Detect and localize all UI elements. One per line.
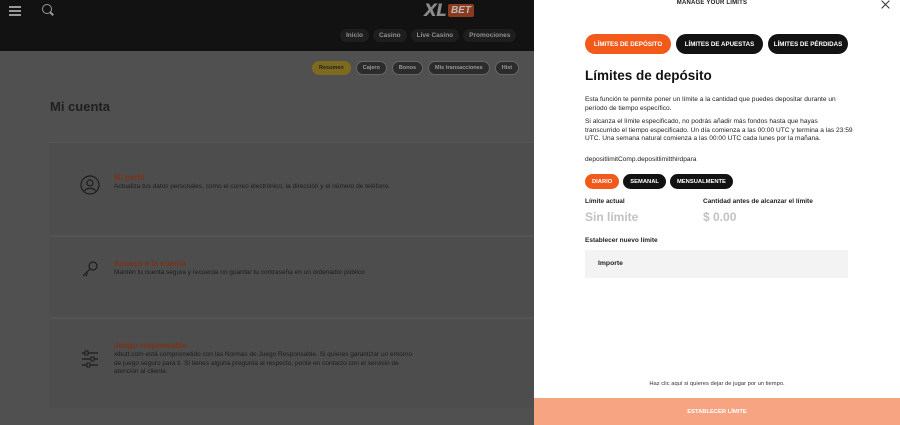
subnav-historial[interactable]: Hist: [494, 61, 520, 75]
period-selector: DIARIO SEMANAL MENSUALMENTE: [585, 174, 733, 189]
tab-loss-limits[interactable]: LÍMITES DE PÉRDIDAS: [768, 34, 848, 54]
page-title: Mi cuenta: [50, 99, 110, 114]
search-icon[interactable]: [42, 4, 52, 14]
nav-promociones[interactable]: Promociones: [463, 29, 517, 42]
card-title: Acceso a la cuenta: [114, 259, 187, 268]
subnav-cajero[interactable]: Cajero: [355, 61, 387, 75]
section-heading: Límites de depósito: [585, 68, 712, 83]
subnav-resumen[interactable]: Resumen: [312, 61, 351, 75]
new-limit-label: Establecer nuevo límite: [585, 237, 658, 244]
card-acceso[interactable]: Acceso a la cuenta Mantén tu cuenta segu…: [50, 236, 534, 316]
nav-inicio[interactable]: Inicio: [340, 29, 369, 42]
account-sub-nav: Resumen Cajero Bonos Mis transacciones H…: [312, 61, 520, 75]
amount-input[interactable]: Importe: [585, 250, 848, 278]
card-text: Actualiza tus datos personales, como el …: [114, 183, 391, 190]
tab-bet-limits[interactable]: LÍMITES DE APUESTAS: [676, 34, 763, 54]
card-text: xlbutt.com está comprometido con las Nor…: [114, 351, 413, 375]
nav-casino[interactable]: Casino: [372, 29, 407, 42]
menu-icon[interactable]: [9, 6, 21, 16]
current-limit-value: Sin límite: [585, 210, 639, 224]
limit-type-tabs: LÍMITES DE DEPÓSITO LÍMITES DE APUESTAS …: [585, 34, 848, 54]
description-paragraph: Si alcanza el límite especificado, no po…: [585, 118, 853, 142]
period-weekly[interactable]: SEMANAL: [623, 174, 666, 189]
main-nav: Inicio Casino Live Casino Promociones: [340, 29, 517, 42]
card-mi-perfil[interactable]: Mi perfil Actualiza tus datos personales…: [50, 142, 534, 234]
subnav-mis-transacciones[interactable]: Mis transacciones: [428, 61, 490, 75]
set-limit-button[interactable]: ESTABLECER LÍMITE: [534, 398, 900, 425]
key-icon: [82, 261, 98, 277]
card-title: Juego responsable: [114, 341, 187, 350]
close-icon[interactable]: [881, 0, 890, 9]
sliders-icon: [82, 350, 98, 368]
description-paragraph: Esta función te permite poner un límite …: [585, 96, 836, 112]
self-exclusion-link[interactable]: Haz clic aquí si quieres dejar de jugar …: [534, 381, 900, 387]
period-daily[interactable]: DIARIO: [585, 174, 620, 189]
period-monthly[interactable]: MENSUALMENTE: [669, 174, 733, 189]
logo-bet: BET: [447, 4, 474, 17]
user-icon: [80, 175, 100, 195]
card-title: Mi perfil: [114, 173, 145, 182]
card-juego-responsable[interactable]: Juego responsable xlbutt.com está compro…: [50, 318, 534, 408]
site-logo[interactable]: XL BET: [424, 0, 474, 21]
logo-xl: XL: [424, 0, 447, 21]
tab-deposit-limits[interactable]: LÍMITES DE DEPÓSITO: [585, 34, 671, 54]
description-paragraph: depositlimitComp.depositlimitthirdpara: [585, 156, 697, 163]
panel-title: MANAGE YOUR LIMITS: [676, 0, 748, 6]
card-text: Mantén tu cuenta segura y recuerda no gu…: [114, 269, 365, 276]
current-limit-label: Límite actual: [585, 198, 625, 205]
limits-panel: MANAGE YOUR LIMITS LÍMITES DE DEPÓSITO L…: [534, 0, 900, 425]
amount-placeholder: Importe: [598, 260, 623, 267]
subnav-bonos[interactable]: Bonos: [391, 61, 424, 75]
nav-live-casino[interactable]: Live Casino: [410, 29, 460, 42]
panel-header: MANAGE YOUR LIMITS: [534, 0, 900, 10]
remaining-amount-value: $ 0.00: [703, 210, 737, 224]
remaining-amount-label: Cantidad antes de alcanzar el límite: [703, 198, 813, 205]
